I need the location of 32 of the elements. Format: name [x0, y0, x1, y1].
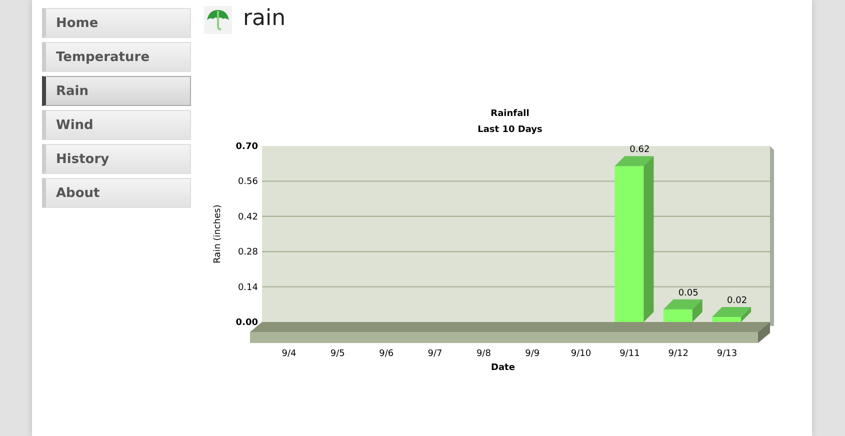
x-tick-label: 9/5: [330, 349, 345, 359]
x-tick-label: 9/10: [570, 349, 592, 359]
x-tick-label: 9/9: [525, 349, 540, 359]
x-tick-label: 9/4: [282, 349, 296, 359]
y-axis-label: Rain (inches): [213, 204, 223, 264]
x-tick-label: 9/6: [379, 349, 394, 359]
nav-item[interactable]: Temperature: [42, 42, 191, 72]
y-tick-label: 0.28: [238, 248, 258, 258]
chart-subtitle: Last 10 Days: [478, 125, 542, 135]
x-axis-label: Date: [491, 363, 515, 373]
y-tick-label: 0.70: [236, 142, 258, 152]
x-tick-label: 9/13: [716, 349, 738, 359]
y-tick-label: 0.00: [236, 318, 258, 328]
nav-item[interactable]: Wind: [42, 110, 191, 140]
y-tick-label: 0.14: [238, 282, 258, 293]
nav-item[interactable]: Rain: [42, 76, 191, 106]
data-label: 0.62: [630, 145, 650, 156]
data-label: 0.02: [727, 296, 748, 306]
nav-item[interactable]: History: [42, 144, 191, 174]
chart-title: Rainfall: [490, 109, 530, 119]
page-title: rain: [243, 6, 286, 32]
bar: [712, 316, 742, 322]
x-tick-label: 9/11: [620, 349, 640, 359]
x-tick-label: 9/7: [428, 349, 442, 359]
x-tick-label: 9/8: [476, 349, 491, 359]
nav-item[interactable]: Home: [42, 8, 191, 38]
y-tick-label: 0.42: [238, 212, 258, 222]
x-tick-label: 9/12: [668, 349, 688, 359]
y-tick-label: 0.56: [238, 177, 258, 188]
data-label: 0.05: [678, 288, 698, 298]
nav-item[interactable]: About: [42, 178, 191, 208]
umbrella-icon: [204, 6, 232, 34]
